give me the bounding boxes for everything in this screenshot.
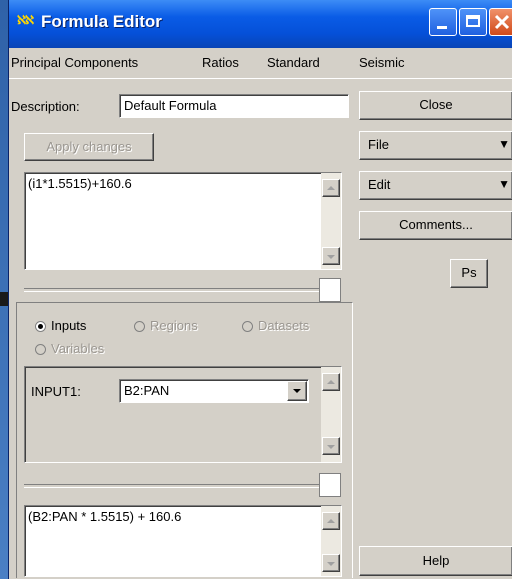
minimize-icon (437, 26, 447, 29)
apply-changes-label: Apply changes (46, 139, 132, 154)
comments-button[interactable]: Comments... (359, 211, 512, 240)
radio-regions[interactable] (134, 321, 145, 332)
window-title: Formula Editor (41, 12, 162, 31)
scroll-down-icon (327, 445, 335, 449)
inputs-scrollbar[interactable] (321, 367, 341, 462)
close-button[interactable]: Close (359, 91, 512, 120)
expression-scroll-up[interactable] (322, 512, 340, 530)
formula-editor-window: ℵℵ Formula Editor Principal Components R… (8, 0, 512, 579)
close-window-button[interactable] (489, 8, 512, 36)
expression-textarea[interactable]: (B2:PAN * 1.5515) + 160.6 (24, 505, 342, 577)
dropdown-arrow-icon: ▼ (498, 137, 510, 151)
description-label: Description: (11, 99, 80, 114)
inputs-splitter-handle[interactable] (319, 473, 341, 497)
formula-scroll-up[interactable] (322, 179, 340, 197)
inputs-scroll-up[interactable] (322, 373, 340, 391)
radio-regions-label: Regions (150, 318, 198, 333)
desktop-background (0, 0, 8, 579)
formula-splitter-track (24, 288, 324, 292)
input1-label: INPUT1: (31, 384, 81, 399)
radio-datasets-label: Datasets (258, 318, 310, 333)
apply-changes-button[interactable]: Apply changes (24, 133, 154, 161)
input1-select[interactable]: B2:PAN (119, 379, 309, 403)
inputs-splitter-track (24, 484, 324, 488)
radio-datasets[interactable] (242, 321, 253, 332)
help-button-label: Help (422, 553, 450, 568)
ps-button[interactable]: Ps (450, 259, 488, 288)
file-button-label: File (368, 137, 389, 152)
formula-splitter-handle[interactable] (319, 278, 341, 302)
input1-value: B2:PAN (124, 383, 170, 398)
app-icon: ℵℵ (17, 13, 34, 27)
close-button-label: Close (419, 97, 453, 112)
expression-scrollbar[interactable] (321, 506, 341, 576)
comments-button-label: Comments... (399, 217, 473, 232)
title-bar[interactable]: ℵℵ Formula Editor (9, 0, 512, 48)
radio-variables-label: Variables (51, 341, 105, 356)
description-input[interactable]: Default Formula (119, 94, 349, 118)
help-button[interactable]: Help (359, 546, 512, 576)
radio-selected-dot (38, 324, 43, 329)
menu-standard[interactable]: Standard (267, 55, 320, 70)
close-icon (494, 14, 510, 30)
desktop-edge-marker (0, 292, 8, 306)
inputs-scroll-down[interactable] (322, 437, 340, 455)
menu-principal-components[interactable]: Principal Components (11, 55, 138, 70)
ps-button-label: Ps (461, 265, 477, 280)
scroll-up-icon (327, 380, 335, 384)
radio-inputs[interactable] (35, 321, 46, 332)
radio-variables[interactable] (35, 344, 46, 355)
maximize-icon (466, 15, 480, 27)
scroll-up-icon (327, 186, 335, 190)
radio-inputs-label: Inputs (51, 318, 87, 333)
description-value: Default Formula (124, 98, 217, 113)
expression-scroll-down[interactable] (322, 554, 340, 572)
menu-ratios[interactable]: Ratios (202, 55, 239, 70)
scroll-down-icon (327, 255, 335, 259)
edit-menu-button[interactable]: Edit ▼ (359, 171, 512, 200)
formula-scroll-down[interactable] (322, 247, 340, 265)
maximize-button[interactable] (459, 8, 487, 36)
chevron-down-icon (293, 389, 301, 393)
menu-seismic[interactable]: Seismic (359, 55, 405, 70)
scroll-up-icon (327, 519, 335, 523)
formula-text: (i1*1.5515)+160.6 (28, 176, 132, 191)
minimize-button[interactable] (429, 8, 457, 36)
dropdown-arrow-icon: ▼ (498, 177, 510, 191)
edit-button-label: Edit (368, 177, 391, 192)
inputs-list-panel: INPUT1: B2:PAN (24, 366, 342, 463)
file-menu-button[interactable]: File ▼ (359, 131, 512, 160)
input1-dropdown-button[interactable] (287, 381, 307, 401)
scroll-down-icon (327, 562, 335, 566)
formula-scrollbar[interactable] (321, 173, 341, 269)
expression-text: (B2:PAN * 1.5515) + 160.6 (28, 509, 182, 524)
menu-bar: Principal Components Ratios Standard Sei… (9, 48, 512, 79)
formula-textarea[interactable]: (i1*1.5515)+160.6 (24, 172, 342, 270)
